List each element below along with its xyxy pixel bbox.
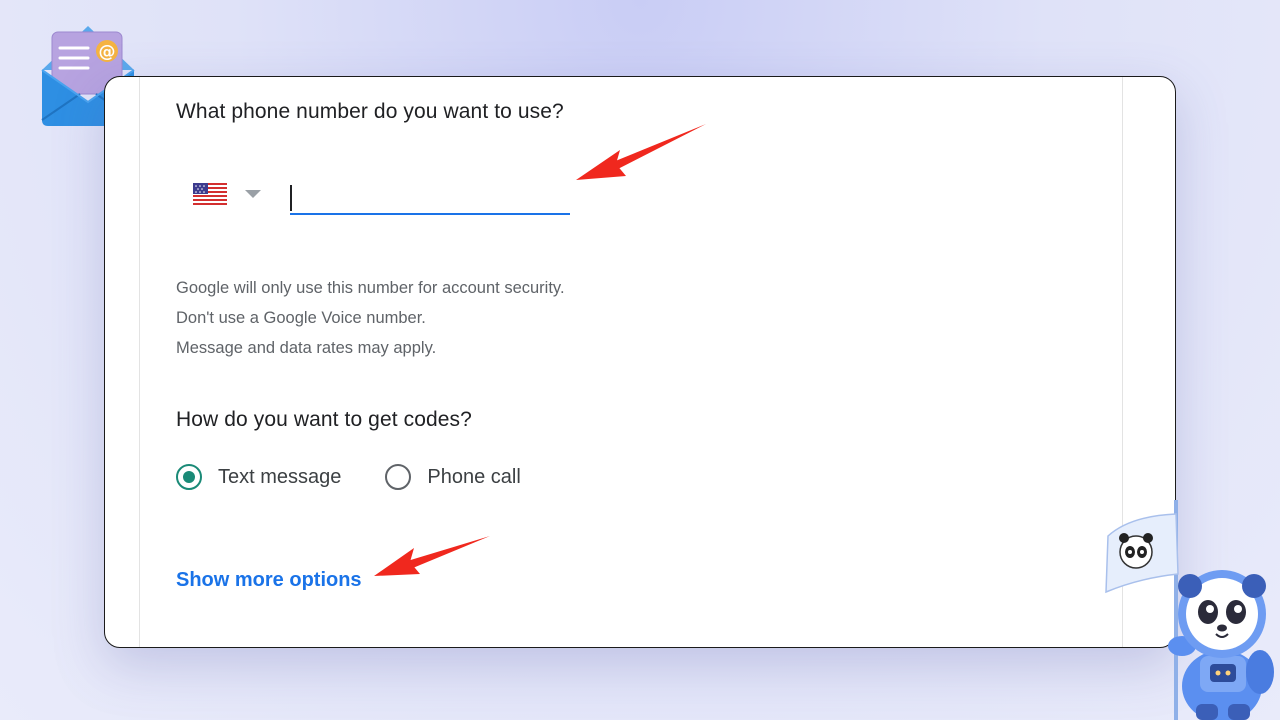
country-code-select[interactable] bbox=[193, 183, 261, 205]
us-flag-icon bbox=[193, 183, 227, 205]
radio-option-text-message[interactable]: Text message bbox=[176, 464, 341, 490]
radio-unselected-icon[interactable] bbox=[385, 464, 412, 490]
radio-option-phone-call[interactable]: Phone call bbox=[385, 464, 521, 490]
radio-label-text-message: Text message bbox=[218, 465, 342, 488]
radio-selected-icon[interactable] bbox=[176, 464, 202, 490]
phone-number-input[interactable] bbox=[290, 181, 570, 215]
code-method-radio-group: Text message Phone call bbox=[176, 464, 565, 490]
help-line-rates: Message and data rates may apply. bbox=[176, 339, 437, 357]
panda-astronaut-mascot bbox=[1105, 500, 1274, 720]
chevron-down-icon[interactable] bbox=[245, 190, 261, 198]
codes-question-heading: How do you want to get codes? bbox=[176, 408, 472, 431]
help-line-voice: Don't use a Google Voice number. bbox=[176, 309, 426, 327]
phone-question-heading: What phone number do you want to use? bbox=[176, 100, 564, 123]
radio-label-phone-call: Phone call bbox=[427, 465, 521, 488]
help-text: Google will only use this number for acc… bbox=[176, 273, 565, 363]
phone-verification-card: What phone number do you want to use? Go… bbox=[104, 76, 1176, 648]
text-cursor bbox=[290, 185, 292, 211]
card-divider-left bbox=[139, 77, 140, 647]
show-more-options-link[interactable]: Show more options bbox=[176, 569, 362, 592]
svg-text:@: @ bbox=[99, 42, 116, 62]
help-line-security: Google will only use this number for acc… bbox=[176, 279, 565, 297]
